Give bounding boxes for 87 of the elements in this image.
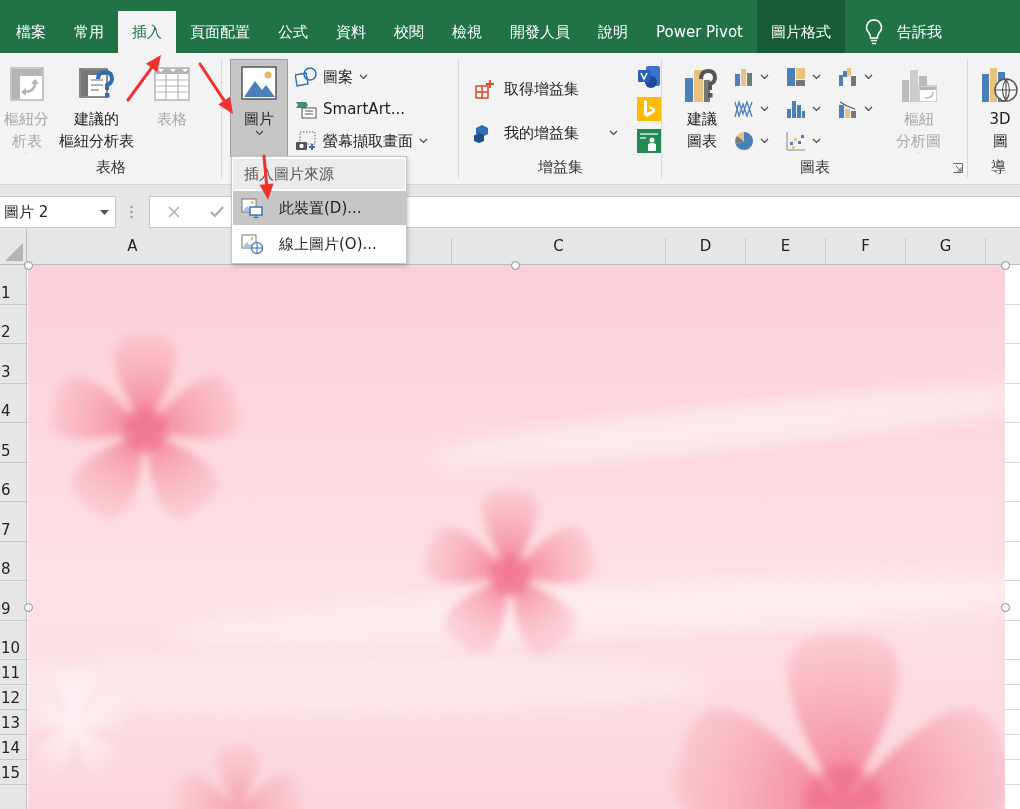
chevron-icon bbox=[760, 106, 769, 112]
histogram-icon bbox=[786, 99, 806, 119]
group-label: 導 bbox=[990, 158, 1006, 177]
vertical-dots-icon bbox=[130, 205, 133, 219]
screenshot-icon bbox=[295, 131, 317, 151]
dialog-launcher-icon[interactable] bbox=[953, 163, 963, 173]
ribbon-tab[interactable]: 校閱 bbox=[380, 11, 438, 53]
row-header[interactable]: 2 bbox=[0, 304, 27, 344]
picture-icon bbox=[241, 66, 277, 102]
combo-chart-icon bbox=[838, 99, 858, 119]
chevron-icon bbox=[760, 74, 769, 80]
cancel-icon[interactable] bbox=[168, 206, 180, 218]
treemap-icon bbox=[786, 67, 806, 87]
menu-item[interactable]: 此裝置(D)... bbox=[233, 191, 406, 225]
chevron-icon bbox=[864, 106, 873, 112]
table-grid-icon bbox=[154, 66, 190, 102]
group-label: 表格 bbox=[95, 158, 126, 177]
row-header[interactable]: 10 bbox=[0, 620, 27, 660]
row-header[interactable]: 9 bbox=[0, 581, 27, 621]
row-header[interactable]: 4 bbox=[0, 383, 27, 423]
row-header[interactable]: 14 bbox=[0, 735, 27, 760]
ribbon-tab[interactable]: 頁面配置 bbox=[176, 11, 264, 53]
name-box[interactable]: 圖片 2 bbox=[0, 196, 116, 228]
visio-icon[interactable] bbox=[637, 65, 661, 89]
resize-handle[interactable] bbox=[23, 602, 33, 612]
pivot-table-icon bbox=[8, 66, 45, 102]
picture-monitor-icon bbox=[241, 198, 263, 218]
ribbon-button[interactable]: 建議 圖表 bbox=[680, 59, 724, 157]
check-icon[interactable] bbox=[210, 206, 224, 218]
shapes-icon bbox=[295, 67, 317, 87]
ribbon-button[interactable]: SmartArt... bbox=[290, 93, 433, 125]
tell-me-field[interactable]: 告訴我 bbox=[896, 22, 942, 42]
column-header[interactable]: D bbox=[666, 238, 746, 264]
line-chart-icon bbox=[734, 99, 754, 119]
ribbon-tab[interactable]: 檔案 bbox=[0, 11, 60, 53]
row-header[interactable]: 6 bbox=[0, 462, 27, 502]
smartart-icon bbox=[295, 99, 317, 119]
ribbon-button[interactable]: 建議的 樞紐分析表 bbox=[55, 59, 138, 157]
picture-globe-icon bbox=[241, 234, 263, 254]
ribbon-tab[interactable]: 資料 bbox=[322, 11, 380, 53]
column-header[interactable]: F bbox=[826, 238, 906, 264]
ribbon-tab[interactable]: 插入 bbox=[118, 11, 176, 53]
resize-handle[interactable] bbox=[1000, 602, 1010, 612]
people-graph-icon[interactable] bbox=[637, 129, 661, 153]
row-header[interactable]: 7 bbox=[0, 502, 27, 542]
ribbon-tab[interactable]: 常用 bbox=[60, 11, 118, 53]
ribbon-tab[interactable]: 說明 bbox=[584, 11, 642, 53]
ribbon-button[interactable]: 取得增益集 bbox=[469, 67, 623, 111]
ribbon-button[interactable]: 3D 圖 bbox=[978, 59, 1020, 157]
row-header[interactable]: 12 bbox=[0, 685, 27, 710]
annotation-arrow bbox=[198, 62, 233, 114]
resize-handle[interactable] bbox=[23, 260, 33, 270]
column-header[interactable]: E bbox=[746, 238, 826, 264]
ribbon-tab[interactable]: 圖片格式 bbox=[756, 0, 845, 53]
column-header[interactable]: G bbox=[906, 238, 986, 264]
pie-chart-icon bbox=[734, 131, 754, 151]
chevron-icon bbox=[812, 138, 821, 144]
add-grid-icon bbox=[474, 79, 494, 99]
chevron-icon bbox=[864, 74, 873, 80]
row-header[interactable]: 13 bbox=[0, 710, 27, 735]
ribbon-tab[interactable]: 檢視 bbox=[438, 11, 496, 53]
row-header[interactable]: 15 bbox=[0, 760, 27, 785]
group-label: 圖表 bbox=[799, 158, 830, 177]
row-header[interactable]: 11 bbox=[0, 660, 27, 685]
row-header[interactable]: 8 bbox=[0, 541, 27, 581]
group-label: 增益集 bbox=[537, 157, 583, 177]
ribbon-button[interactable]: 圖案 bbox=[290, 61, 433, 93]
resize-handle[interactable] bbox=[1000, 260, 1010, 270]
chevron-icon bbox=[812, 74, 821, 80]
waterfall-chart-icon bbox=[838, 67, 858, 87]
lightbulb-icon[interactable] bbox=[864, 19, 883, 45]
bar-chart-icon bbox=[734, 67, 754, 87]
scatter-chart-icon bbox=[786, 131, 806, 151]
row-header[interactable]: 1 bbox=[0, 265, 27, 305]
dropdown-triangle-icon bbox=[100, 209, 109, 215]
annotation-arrow bbox=[126, 55, 161, 102]
row-header[interactable]: 3 bbox=[0, 344, 27, 384]
resize-handle[interactable] bbox=[510, 260, 520, 270]
chevron-icon bbox=[812, 106, 821, 112]
chart-question-icon bbox=[684, 66, 720, 102]
chevron-icon bbox=[760, 138, 769, 144]
ribbon-tab[interactable]: Power Pivot bbox=[642, 11, 757, 53]
row-header[interactable]: 5 bbox=[0, 423, 27, 463]
ribbon-button[interactable]: 我的增益集 bbox=[469, 111, 623, 155]
ribbon-button[interactable]: 圖片 bbox=[230, 59, 288, 157]
ribbon-tab[interactable]: 開發人員 bbox=[496, 11, 584, 53]
ribbon-tab[interactable]: 公式 bbox=[264, 11, 322, 53]
